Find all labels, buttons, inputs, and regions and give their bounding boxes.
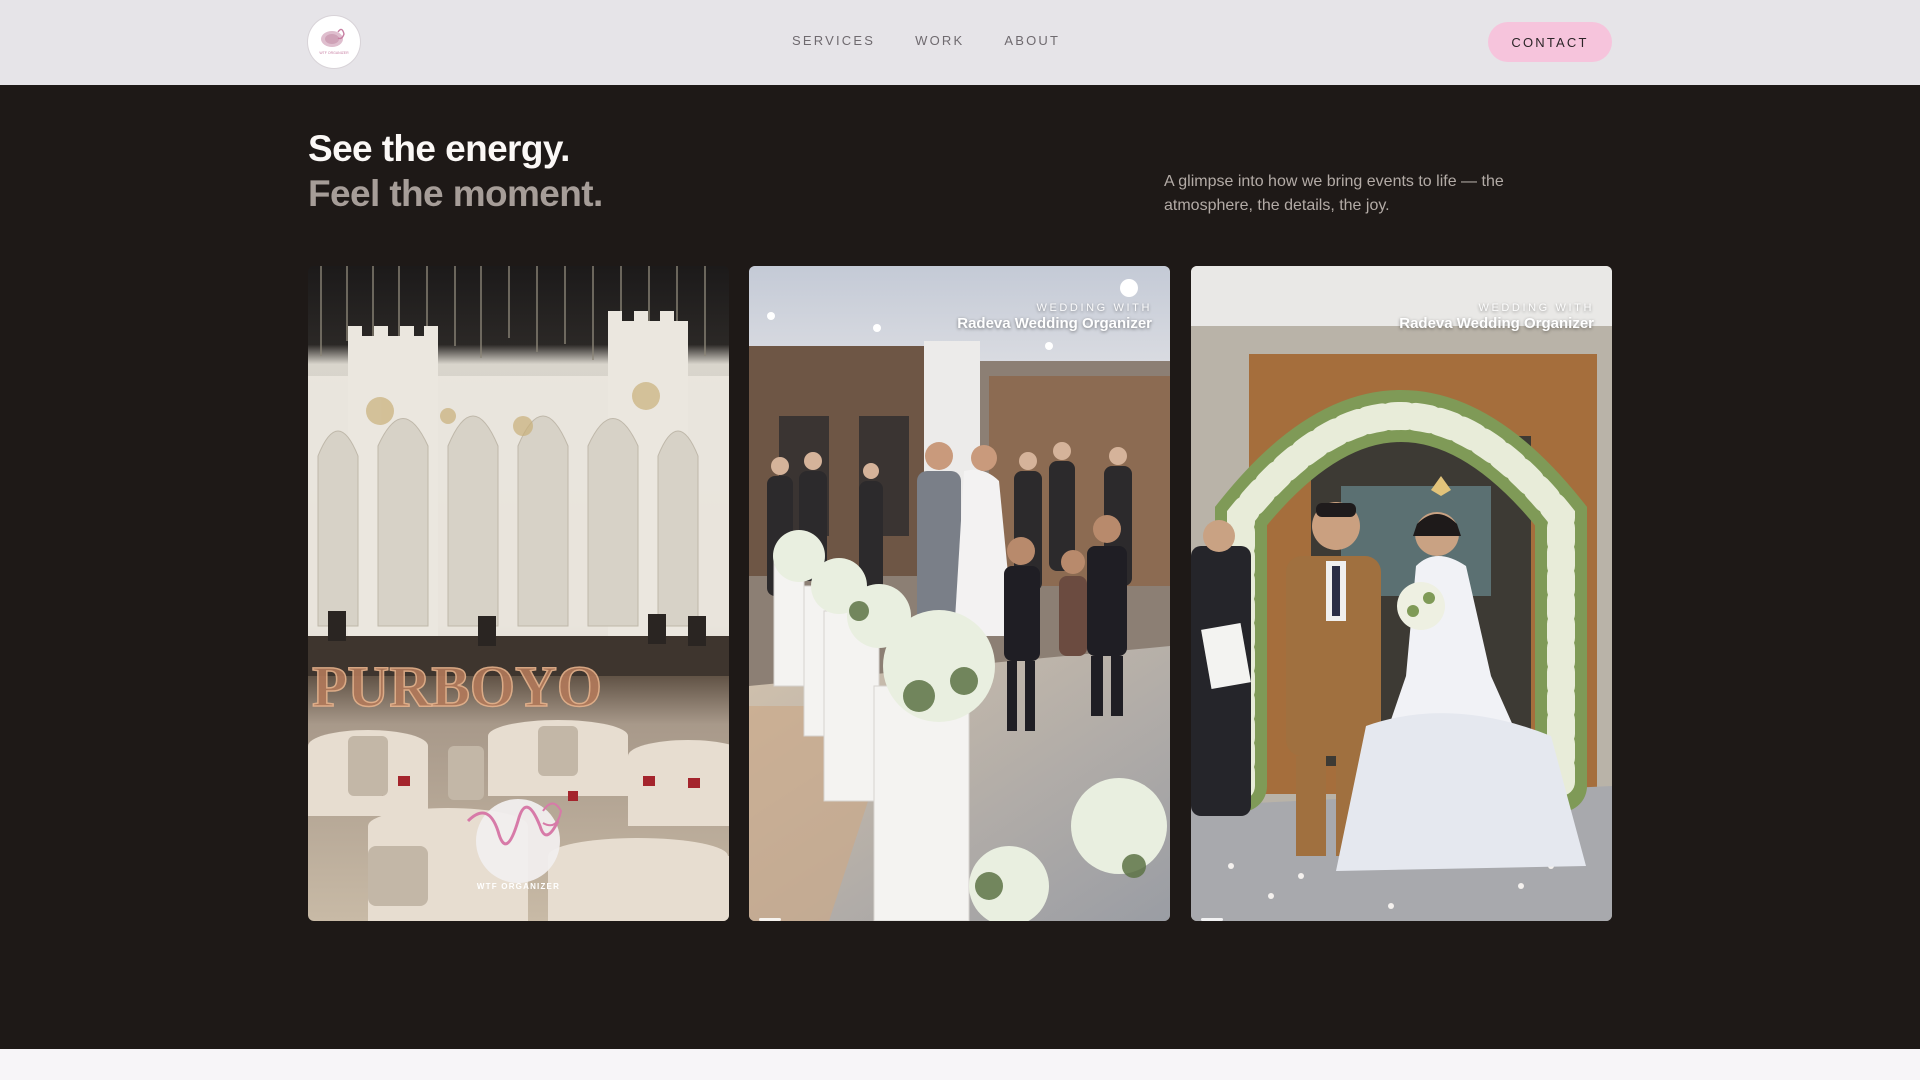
next-section-edge xyxy=(0,1049,1920,1080)
banquet-scene-image: PURBOYO xyxy=(308,266,729,921)
headline-secondary: Feel the moment. xyxy=(308,173,603,214)
card-caption: WEDDING WITH Radeva Wedding Organizer xyxy=(957,302,1152,332)
logo-mark-icon: WTF ORGANIZER xyxy=(319,28,349,55)
video-card-banquet[interactable]: PURBOYO WTF ORGANIZER xyxy=(308,266,729,921)
video-card-arch[interactable]: WEDDING WITH Radeva Wedding Organizer xyxy=(1191,266,1612,921)
video-progress[interactable] xyxy=(1201,918,1223,921)
nav-link-about[interactable]: ABOUT xyxy=(1004,33,1060,48)
video-card-procession[interactable]: WEDDING WITH Radeva Wedding Organizer xyxy=(749,266,1170,921)
brand-logo[interactable]: WTF ORGANIZER xyxy=(308,16,360,68)
contact-button[interactable]: CONTACT xyxy=(1488,22,1612,62)
wedding-procession-image xyxy=(749,266,1170,921)
section-intro: A glimpse into how we bring events to li… xyxy=(1164,173,1504,214)
wedding-arch-image xyxy=(1191,266,1612,921)
svg-text:PURBOYO: PURBOYO xyxy=(312,654,602,719)
headline-primary: See the energy. xyxy=(308,128,570,169)
nav-link-work[interactable]: WORK xyxy=(915,33,964,48)
card-caption: WEDDING WITH Radeva Wedding Organizer xyxy=(1399,302,1594,332)
watermark-caption: WTF ORGANIZER xyxy=(476,882,561,891)
nav-link-services[interactable]: SERVICES xyxy=(792,33,875,48)
top-navbar: WTF ORGANIZER SERVICES WORK ABOUT CONTAC… xyxy=(0,0,1920,85)
svg-text:WTF ORGANIZER: WTF ORGANIZER xyxy=(319,51,349,55)
video-progress[interactable] xyxy=(759,918,781,921)
main-nav: SERVICES WORK ABOUT xyxy=(792,33,1060,48)
